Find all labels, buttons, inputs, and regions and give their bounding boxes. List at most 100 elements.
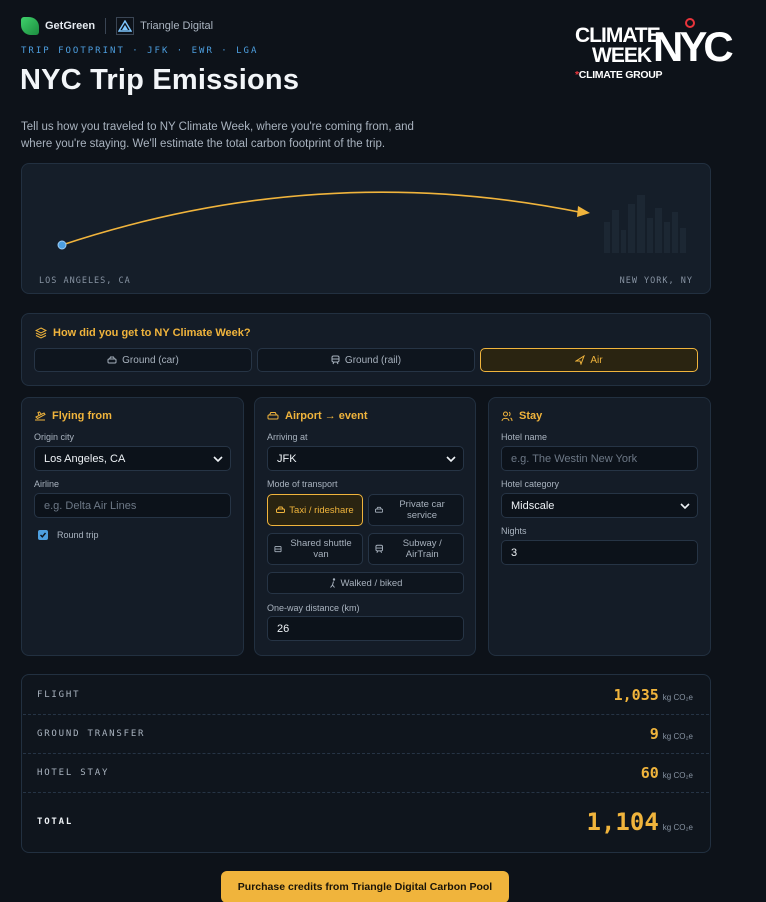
triangle-digital-name: Triangle Digital [140, 20, 214, 32]
option-air[interactable]: Air [480, 348, 698, 372]
triangle-digital-brand[interactable]: Triangle Digital [116, 17, 213, 35]
airport-heading: Airport → event [267, 410, 368, 422]
transport-options: Ground (car) Ground (rail) Air [34, 348, 698, 372]
hotel-name-label: Hotel name [501, 432, 548, 442]
getgreen-name: GetGreen [45, 20, 96, 32]
airport-title: Airport → event [285, 410, 368, 422]
mode-private-car[interactable]: Private car service [368, 494, 464, 526]
summary-row-hotel-stay: HOTEL STAY 60 kg CO₂e [23, 754, 709, 793]
arriving-at-label: Arriving at [267, 432, 308, 442]
nights-input[interactable]: 3 [501, 540, 698, 565]
layers-icon [35, 327, 47, 339]
flight-path [61, 191, 585, 246]
flight-value: 1,035 [613, 686, 659, 704]
mode-subway-airtrain[interactable]: Subway / AirTrain [368, 533, 464, 565]
logo-nyc: NYC [653, 23, 734, 70]
chevron-down-icon [213, 456, 223, 463]
total-unit: kg CO₂e [662, 823, 693, 832]
brand-row: GetGreen Triangle Digital [21, 16, 213, 36]
hotel-name-input[interactable]: e.g. The Westin New York [501, 446, 698, 471]
stay-panel: Stay Hotel name e.g. The Westin New York… [488, 397, 711, 656]
triangle-logo-icon [116, 17, 135, 35]
walking-icon [329, 578, 335, 588]
stay-title: Stay [519, 410, 543, 422]
hotel-stay-label: HOTEL STAY [37, 768, 110, 778]
summary-row-total: TOTAL 1,104 kg CO₂e [23, 793, 709, 851]
car-icon [267, 412, 279, 420]
option-ground-car[interactable]: Ground (car) [34, 348, 252, 372]
summary-row-ground-transfer: GROUND TRANSFER 9 kg CO₂e [23, 715, 709, 754]
airline-label: Airline [34, 479, 60, 489]
flying-from-heading: Flying from [34, 410, 112, 422]
flight-label: FLIGHT [37, 690, 81, 700]
hotel-category-label: Hotel category [501, 479, 560, 489]
round-trip-label: Round trip [57, 530, 99, 540]
people-icon [501, 411, 513, 422]
purchase-credits-button[interactable]: Purchase credits from Triangle Digital C… [221, 871, 509, 902]
origin-city-select[interactable]: Los Angeles, CA [34, 446, 231, 471]
destination-label: NEW YORK, NY [619, 276, 693, 286]
route-map-graphic [57, 191, 686, 253]
hotel-stay-value: 60 [640, 764, 659, 782]
car-icon [107, 356, 117, 363]
mode-subway-label: Subway / AirTrain [402, 538, 442, 560]
plane-icon [575, 355, 586, 365]
logo-ring-icon [685, 18, 695, 28]
mode-shared-shuttle[interactable]: Shared shuttle van [267, 533, 363, 565]
bus-icon [274, 545, 282, 552]
summary-row-flight: FLIGHT 1,035 kg CO₂e [23, 676, 709, 715]
train-icon [331, 355, 340, 365]
distance-value: 26 [277, 622, 290, 635]
stay-heading: Stay [501, 410, 542, 422]
round-trip-checkbox[interactable]: Round trip [38, 530, 99, 540]
flight-unit: kg CO₂e [662, 693, 693, 702]
flying-from-panel: Flying from Origin city Los Angeles, CA … [21, 397, 244, 656]
nights-label: Nights [501, 526, 527, 536]
page-title: NYC Trip Emissions [20, 64, 300, 96]
getgreen-logo-icon [21, 17, 39, 35]
total-label: TOTAL [37, 817, 74, 827]
origin-city-label: Origin city [34, 432, 75, 442]
route-map: LOS ANGELES, CA NEW YORK, NY [21, 163, 711, 294]
mode-of-transport-label: Mode of transport [267, 479, 338, 489]
brand-divider [105, 18, 107, 34]
flying-from-title: Flying from [52, 410, 112, 422]
hotel-category-value: Midscale [511, 499, 555, 512]
distance-input[interactable]: 26 [267, 616, 464, 641]
mode-taxi-rideshare[interactable]: Taxi / rideshare [267, 494, 363, 526]
origin-dot [57, 240, 67, 250]
ground-transfer-label: GROUND TRANSFER [37, 729, 146, 739]
car-icon [276, 506, 286, 513]
chevron-down-icon [680, 503, 690, 510]
logo-group-text: CLIMATE GROUP [578, 69, 663, 81]
nights-value: 3 [511, 546, 518, 559]
hotel-name-placeholder: e.g. The Westin New York [511, 452, 638, 465]
mode-taxi-label: Taxi / rideshare [289, 504, 354, 516]
getgreen-brand[interactable]: GetGreen [21, 17, 95, 35]
chevron-down-icon [446, 456, 456, 463]
airline-input[interactable]: e.g. Delta Air Lines [34, 493, 231, 518]
ground-transfer-value: 9 [649, 725, 659, 743]
option-air-label: Air [590, 354, 603, 366]
option-ground-rail-label: Ground (rail) [344, 354, 402, 366]
arriving-at-select[interactable]: JFK [267, 446, 464, 471]
transport-question: How did you get to NY Climate Week? [53, 327, 251, 339]
plane-takeoff-icon [35, 411, 46, 421]
mode-walked-biked[interactable]: Walked / biked [267, 572, 464, 594]
total-value: 1,104 [586, 808, 659, 836]
hotel-category-select[interactable]: Midscale [501, 493, 698, 518]
distance-label: One-way distance (km) [267, 603, 360, 613]
option-ground-car-label: Ground (car) [122, 354, 179, 366]
page-intro: Tell us how you traveled to NY Climate W… [21, 121, 414, 150]
climate-week-wordmark: CLIMATE WEEK [575, 25, 661, 66]
mode-private-car-label: Private car service [399, 499, 445, 521]
car-icon [375, 506, 384, 513]
mode-shuttle-label: Shared shuttle van [290, 538, 352, 560]
logo-climate-group: *CLIMATE GROUP [575, 69, 663, 81]
option-ground-rail[interactable]: Ground (rail) [257, 348, 475, 372]
page-kicker: TRIP FOOTPRINT · JFK · EWR · LGA [21, 46, 259, 56]
mode-walked-label: Walked / biked [340, 577, 403, 589]
ground-transfer-unit: kg CO₂e [662, 732, 693, 741]
train-icon [375, 544, 383, 553]
climate-week-logo: CLIMATE WEEK NYC *CLIMATE GROUP [575, 18, 734, 84]
